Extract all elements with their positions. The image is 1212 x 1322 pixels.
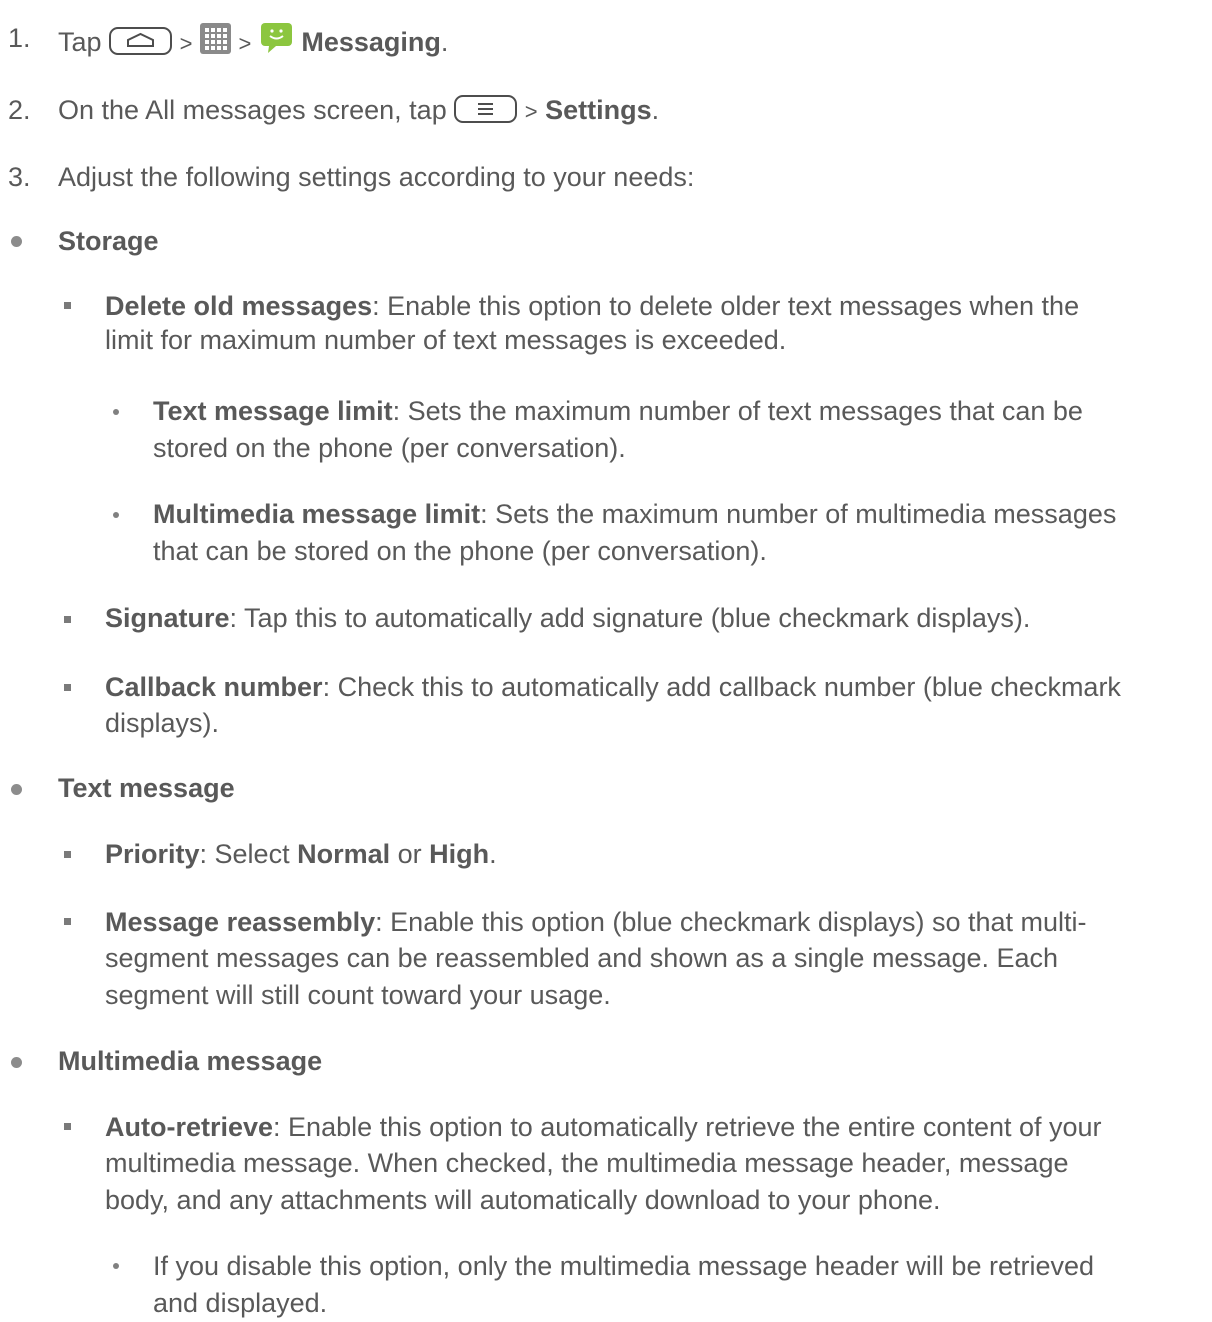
item-bullet [64,302,71,309]
subitem-bullet [113,1263,119,1269]
section-bullet [11,236,22,247]
home-key-icon [109,27,173,55]
messaging-app-icon [259,22,294,54]
list-item: Signature: Tap this to automatically add… [105,603,1031,633]
section-title: Text message [58,773,235,803]
section-bullet [11,1057,22,1068]
item-bullet [64,1123,71,1130]
section-title: Multimedia message [58,1046,323,1076]
section-bullet [11,784,22,795]
list-item: Priority: Select Normal or High. [105,839,497,869]
list-item-continued: displays). [105,708,220,738]
step-1-text: Tap > > Messaging. [58,22,448,60]
menu-key-icon [454,95,518,123]
list-item: Message reassembly: Enable this option (… [105,907,1087,937]
item-bullet [64,851,71,858]
sub-list-item-continued: stored on the phone (per conversation). [153,433,626,463]
apps-grid-icon [199,23,231,54]
messaging-app-label: Messaging [301,27,441,57]
item-bullet [64,918,71,925]
settings-label: Settings [545,95,652,125]
period: . [440,27,449,57]
section-title: Storage [58,226,159,256]
subitem-bullet [113,512,119,518]
sub-list-item: Text message limit: Sets the maximum num… [153,396,1083,426]
item-bullet [64,616,71,623]
step-3-text: Adjust the following settings according … [58,162,695,192]
list-item-continued: segment messages can be reassembled and … [105,943,1059,973]
step-2-text: On the All messages screen, tap > Settin… [58,94,659,128]
list-item-continued: segment will still count toward your usa… [105,980,611,1010]
step-number: 1. [8,23,31,53]
list-item: Delete old messages: Enable this option … [105,291,1080,321]
item-bullet [64,684,71,691]
step-2-prefix: On the All messages screen, tap [58,95,447,125]
step-1-prefix: Tap [58,27,102,57]
period: . [651,95,660,125]
list-item-continued: multimedia message. When checked, the mu… [105,1148,1069,1178]
sub-list-item: Multimedia message limit: Sets the maxim… [153,499,1117,529]
subitem-bullet [113,409,119,415]
list-item: Callback number: Check this to automatic… [105,672,1121,702]
sub-list-item-continued: and displayed. [153,1288,328,1318]
list-item-continued: body, and any attachments will automatic… [105,1185,941,1215]
separator: > [238,31,252,56]
sub-list-item: If you disable this option, only the mul… [153,1251,1095,1281]
sub-list-item-continued: that can be stored on the phone (per con… [153,536,767,566]
step-number: 3. [8,162,31,192]
list-item: Auto-retrieve: Enable this option to aut… [105,1112,1102,1142]
separator: > [524,99,538,124]
step-number: 2. [8,95,31,125]
separator: > [179,31,193,56]
list-item-continued: limit for maximum number of text message… [105,325,787,355]
